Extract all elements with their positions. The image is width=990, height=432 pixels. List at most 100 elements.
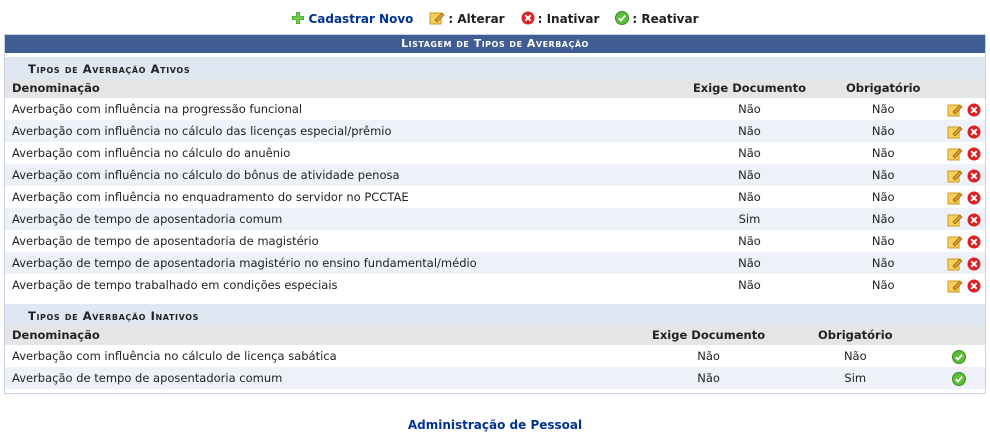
row-actions <box>947 98 985 120</box>
row-actions <box>947 164 985 186</box>
edit-icon[interactable] <box>947 278 963 293</box>
inativos-body: Averbação com influência no cálculo de l… <box>5 345 985 389</box>
cell-obrigatorio: Não <box>871 124 895 138</box>
edit-icon <box>429 11 445 28</box>
cell-denominacao: Averbação com influência na progressão f… <box>12 102 303 116</box>
row-actions <box>932 345 985 367</box>
table-row: Averbação de tempo de aposentadoria comu… <box>5 208 985 230</box>
edit-icon[interactable] <box>947 146 963 161</box>
legend-bar: Cadastrar Novo : Alterar : Inativar : Re… <box>0 0 990 34</box>
cell-obrigatorio: Não <box>871 190 895 204</box>
cell-obrigatorio: Não <box>843 349 867 363</box>
section-ativos-title: Tipos de Averbação Ativos <box>5 57 985 79</box>
delete-icon[interactable] <box>967 256 981 271</box>
table-row: Averbação com influência no cálculo do a… <box>5 142 985 164</box>
row-actions <box>947 142 985 164</box>
cell-obrigatorio: Não <box>871 146 895 160</box>
reactivate-icon[interactable] <box>951 349 966 364</box>
cell-obrigatorio: Sim <box>844 371 867 385</box>
delete-icon <box>521 11 535 28</box>
row-actions <box>947 274 985 296</box>
legend-inativar: : Inativar <box>521 11 600 28</box>
edit-icon[interactable] <box>947 168 963 183</box>
legend-cadastrar[interactable]: Cadastrar Novo <box>291 11 413 28</box>
cadastrar-novo-link[interactable]: Cadastrar Novo <box>308 12 413 26</box>
table-row: Averbação com influência na progressão f… <box>5 98 985 120</box>
delete-icon[interactable] <box>967 190 981 205</box>
cell-exige-documento: Não <box>697 349 720 363</box>
header-exige-documento: Exige Documento <box>652 328 766 342</box>
row-actions <box>932 367 985 389</box>
section-inativos-title: Tipos de Averbação Inativos <box>5 304 985 326</box>
edit-icon[interactable] <box>947 102 963 117</box>
cell-denominacao: Averbação com influência no enquadrament… <box>12 190 409 204</box>
header-denominacao: Denominação <box>12 81 100 95</box>
table-row: Averbação de tempo de aposentadoria magi… <box>5 252 985 274</box>
cell-exige-documento: Não <box>738 278 761 292</box>
row-actions <box>947 252 985 274</box>
table-row: Averbação de tempo de aposentadoria de m… <box>5 230 985 252</box>
table-caption: Listagem de Tipos de Averbação <box>5 35 985 53</box>
administracao-pessoal-link[interactable]: Administração de Pessoal <box>408 418 582 432</box>
header-obrigatorio: Obrigatório <box>818 328 893 342</box>
cell-obrigatorio: Não <box>871 212 895 226</box>
ativos-header-row: Denominação Exige Documento Obrigatório <box>5 79 985 98</box>
cell-denominacao: Averbação com influência no cálculo das … <box>12 124 392 138</box>
cell-denominacao: Averbação de tempo trabalhado em condiçõ… <box>12 278 338 292</box>
legend-inativar-label: : Inativar <box>537 12 600 26</box>
cell-denominacao: Averbação com influência no cálculo do b… <box>12 168 400 182</box>
cell-denominacao: Averbação com influência no cálculo de l… <box>12 349 337 363</box>
cell-exige-documento: Não <box>738 234 761 248</box>
delete-icon[interactable] <box>967 278 981 293</box>
row-actions <box>947 208 985 230</box>
cell-obrigatorio: Não <box>871 102 895 116</box>
legend-reativar: : Reativar <box>615 10 699 28</box>
header-exige-documento: Exige Documento <box>692 81 807 95</box>
ativos-body: Averbação com influência na progressão f… <box>5 98 985 296</box>
edit-icon[interactable] <box>947 256 963 271</box>
cell-denominacao: Averbação com influência no cálculo do a… <box>12 146 291 160</box>
inativos-header-row: Denominação Exige Documento Obrigatório <box>5 326 985 345</box>
table-row: Averbação com influência no cálculo das … <box>5 120 985 142</box>
edit-icon[interactable] <box>947 124 963 139</box>
delete-icon[interactable] <box>967 146 981 161</box>
edit-icon[interactable] <box>947 234 963 249</box>
cell-denominacao: Averbação de tempo de aposentadoria comu… <box>12 212 283 226</box>
legend-reativar-label: : Reativar <box>632 12 699 26</box>
delete-icon[interactable] <box>967 124 981 139</box>
table-row: Averbação com influência no enquadrament… <box>5 186 985 208</box>
cell-obrigatorio: Não <box>871 168 895 182</box>
cell-exige-documento: Não <box>697 371 720 385</box>
cell-exige-documento: Sim <box>738 212 761 226</box>
legend-alterar-label: : Alterar <box>448 12 505 26</box>
delete-icon[interactable] <box>967 212 981 227</box>
edit-icon[interactable] <box>947 212 963 227</box>
cell-obrigatorio: Não <box>871 234 895 248</box>
cell-denominacao: Averbação de tempo de aposentadoria magi… <box>12 256 477 270</box>
row-actions <box>947 186 985 208</box>
delete-icon[interactable] <box>967 168 981 183</box>
cell-exige-documento: Não <box>738 168 761 182</box>
listing-table: Listagem de Tipos de Averbação Tipos de … <box>4 34 986 394</box>
plus-icon <box>291 11 305 28</box>
row-actions <box>947 120 985 142</box>
cell-obrigatorio: Não <box>871 256 895 270</box>
table-row: Averbação de tempo trabalhado em condiçõ… <box>5 274 985 296</box>
cell-exige-documento: Não <box>738 146 761 160</box>
header-denominacao: Denominação <box>12 328 100 342</box>
spacer <box>5 296 985 304</box>
delete-icon[interactable] <box>967 102 981 117</box>
edit-icon[interactable] <box>947 190 963 205</box>
footer: Administração de Pessoal <box>0 418 990 432</box>
cell-exige-documento: Não <box>738 124 761 138</box>
table-row: Averbação com influência no cálculo do b… <box>5 164 985 186</box>
cell-exige-documento: Não <box>738 102 761 116</box>
cell-exige-documento: Não <box>738 256 761 270</box>
legend-alterar: : Alterar <box>429 11 505 28</box>
table-row: Averbação de tempo de aposentadoria comu… <box>5 367 985 389</box>
cell-exige-documento: Não <box>738 190 761 204</box>
reactivate-icon[interactable] <box>951 371 966 386</box>
row-actions <box>947 230 985 252</box>
delete-icon[interactable] <box>967 234 981 249</box>
cell-obrigatorio: Não <box>871 278 895 292</box>
